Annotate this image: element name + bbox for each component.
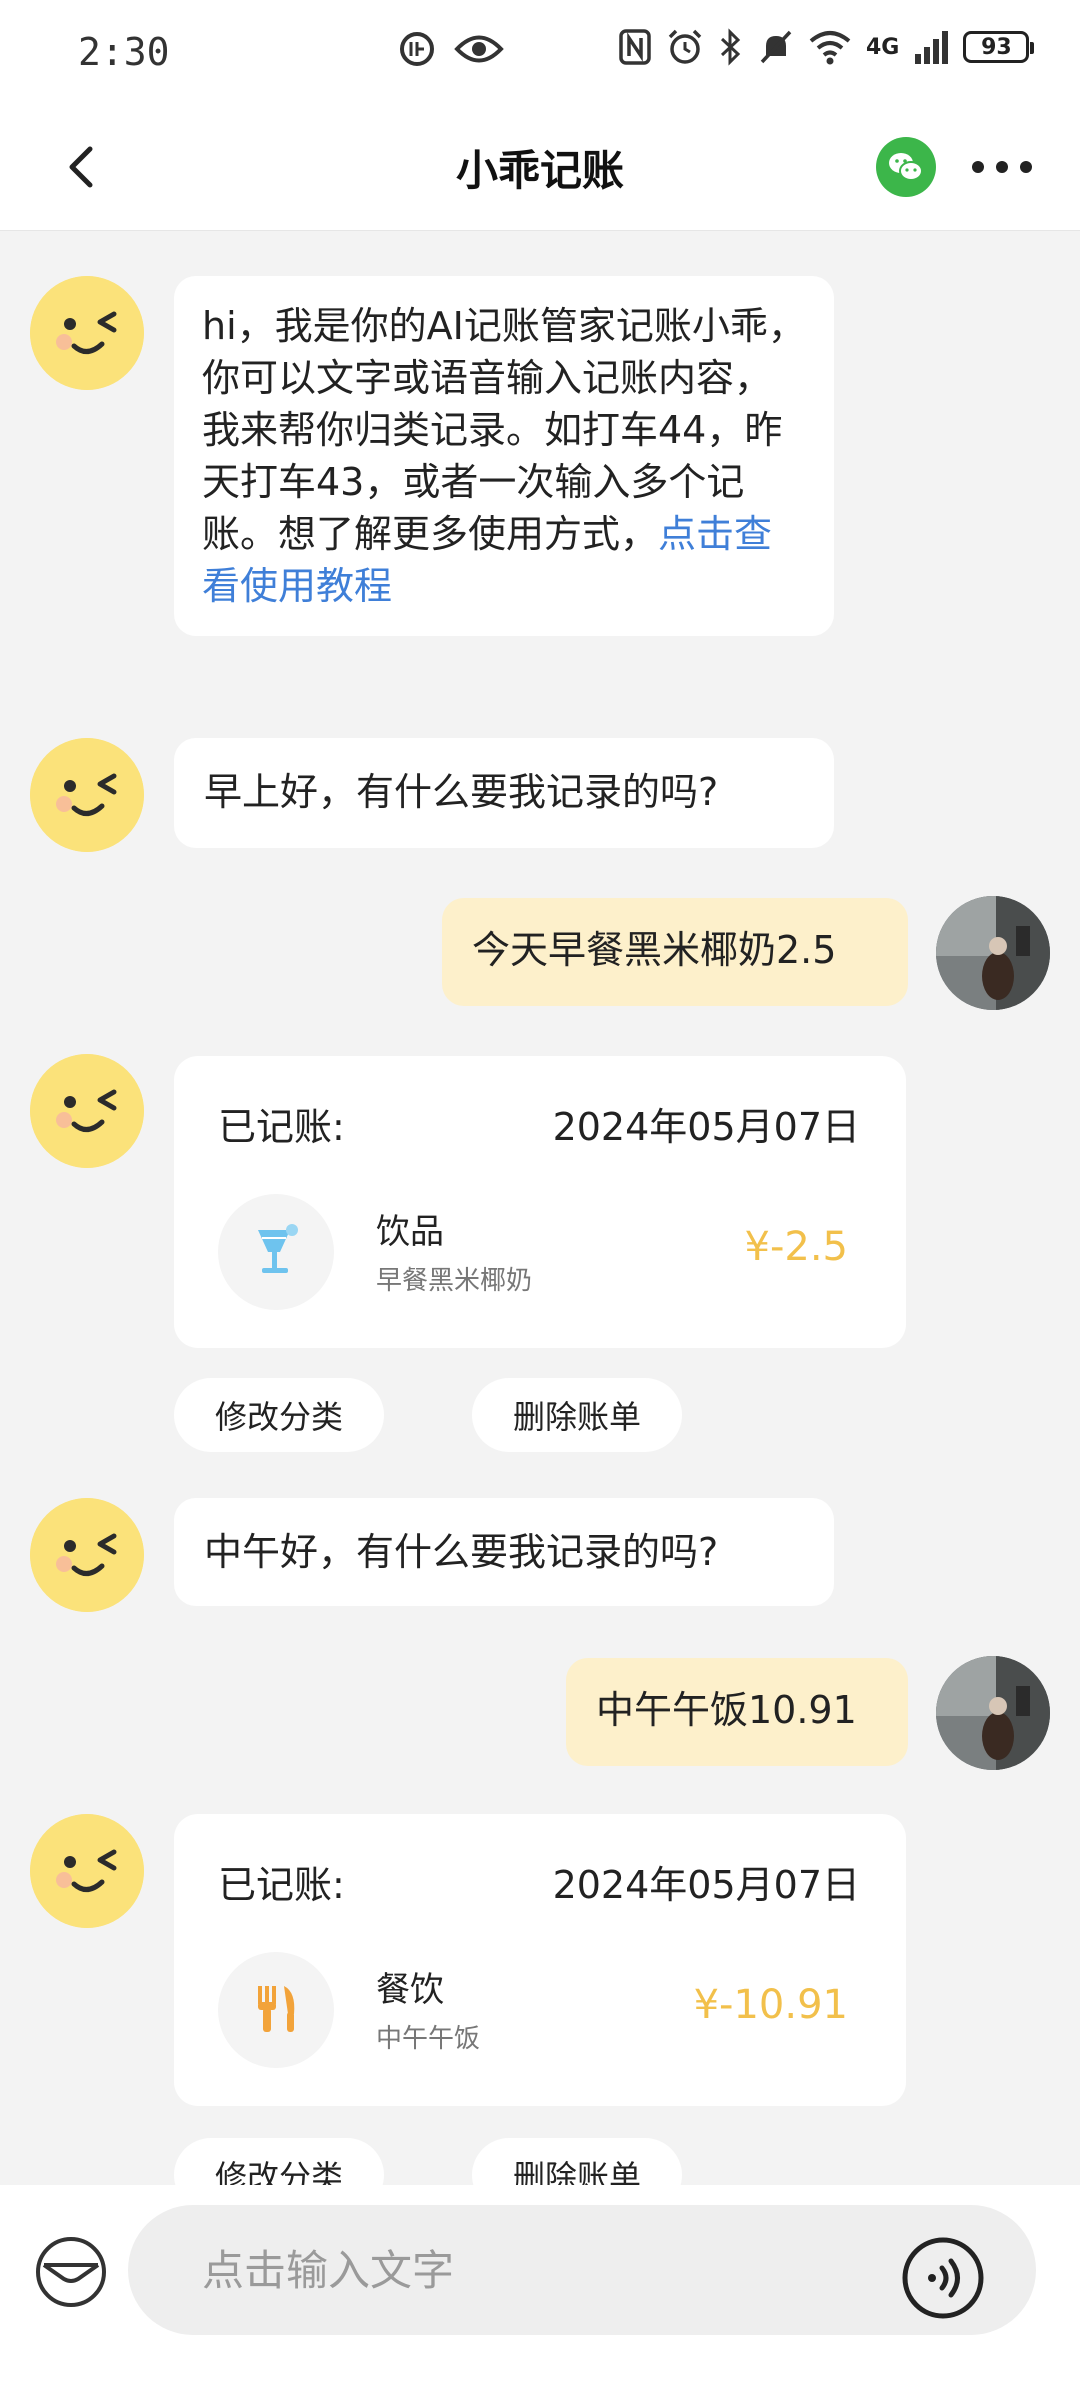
battery-indicator: 93 bbox=[963, 31, 1035, 63]
record-note: 早餐黑米椰奶 bbox=[376, 1266, 533, 1296]
bot-avatar bbox=[30, 1054, 144, 1168]
bot-welcome-message: hi，我是你的AI记账管家记账小乖，你可以文字或语音输入记账内容，我来帮你归类记… bbox=[174, 276, 834, 636]
status-bar: 2:30 4G 93 bbox=[0, 0, 1080, 105]
record-label: 已记账: bbox=[218, 1863, 345, 1907]
user-message-text: 中午午饭10.91 bbox=[596, 1688, 857, 1732]
nfc-icon bbox=[619, 29, 651, 65]
record-category: 餐饮 bbox=[376, 1970, 444, 2010]
user-photo-icon bbox=[936, 1656, 1050, 1770]
more-options-button[interactable] bbox=[972, 145, 1032, 189]
user-avatar[interactable] bbox=[936, 1656, 1050, 1770]
bot-avatar bbox=[30, 276, 144, 390]
record-date: 2024年05月07日 bbox=[552, 1863, 860, 1907]
edit-category-button[interactable]: 修改分类 bbox=[174, 1378, 384, 1452]
bot-avatar bbox=[30, 738, 144, 852]
bot-greeting-message: 中午好，有什么要我记录的吗? bbox=[174, 1498, 834, 1606]
user-avatar[interactable] bbox=[936, 896, 1050, 1010]
wink-face-icon bbox=[30, 1814, 144, 1928]
ledger-button[interactable] bbox=[34, 2235, 108, 2309]
signal-icon bbox=[915, 31, 949, 64]
record-card[interactable]: 已记账: 2024年05月07日 饮品 早餐黑米椰奶 ¥-2.5 bbox=[174, 1056, 906, 1348]
mute-icon bbox=[760, 30, 792, 64]
wechat-icon bbox=[889, 153, 923, 181]
app-header: 小乖记账 bbox=[0, 105, 1080, 231]
network-type: 4G bbox=[866, 34, 900, 60]
bluetooth-icon bbox=[720, 28, 741, 66]
dot-icon bbox=[996, 161, 1008, 173]
category-icon-wrap bbox=[218, 1952, 334, 2068]
drink-icon bbox=[258, 1224, 298, 1273]
wechat-button[interactable] bbox=[876, 137, 936, 197]
bot-greeting-message: 早上好，有什么要我记录的吗? bbox=[174, 738, 834, 848]
wallet-icon bbox=[36, 2237, 106, 2307]
voice-icon bbox=[902, 2237, 984, 2319]
wink-face-icon bbox=[30, 1498, 144, 1612]
user-message: 中午午饭10.91 bbox=[566, 1658, 908, 1766]
voice-input-button[interactable] bbox=[900, 2235, 986, 2321]
wink-face-icon bbox=[30, 738, 144, 852]
record-date: 2024年05月07日 bbox=[552, 1105, 860, 1149]
greeting-text: 早上好，有什么要我记录的吗? bbox=[204, 770, 719, 814]
dining-icon bbox=[258, 1986, 295, 2032]
record-card[interactable]: 已记账: 2024年05月07日 餐饮 中午午饭 ¥-10.91 bbox=[174, 1814, 906, 2106]
record-amount: ¥-10.91 bbox=[693, 1982, 848, 2028]
dot-icon bbox=[1020, 161, 1032, 173]
status-time: 2:30 bbox=[78, 30, 170, 74]
bot-avatar bbox=[30, 1498, 144, 1612]
wink-face-icon bbox=[30, 1054, 144, 1168]
record-amount: ¥-2.5 bbox=[744, 1224, 849, 1270]
data-saver-icon bbox=[400, 32, 434, 66]
category-icon-wrap bbox=[218, 1194, 334, 1310]
message-input[interactable] bbox=[200, 2244, 844, 2296]
record-category: 饮品 bbox=[376, 1212, 444, 1252]
user-message: 今天早餐黑米椰奶2.5 bbox=[442, 898, 908, 1006]
user-photo-icon bbox=[936, 896, 1050, 1010]
record-label: 已记账: bbox=[218, 1105, 345, 1149]
greeting-text: 中午好，有什么要我记录的吗? bbox=[204, 1530, 719, 1574]
eye-icon bbox=[454, 35, 504, 63]
dot-icon bbox=[972, 161, 984, 173]
bot-avatar bbox=[30, 1814, 144, 1928]
delete-record-button[interactable]: 删除账单 bbox=[472, 1378, 682, 1452]
wifi-icon bbox=[809, 31, 851, 65]
user-message-text: 今天早餐黑米椰奶2.5 bbox=[472, 928, 837, 972]
status-icons-right: 4G 93 bbox=[618, 28, 1035, 66]
status-icons-left bbox=[398, 30, 504, 68]
record-note: 中午午饭 bbox=[376, 2024, 481, 2054]
alarm-icon bbox=[668, 29, 702, 64]
input-bar bbox=[0, 2185, 1080, 2390]
wink-face-icon bbox=[30, 276, 144, 390]
